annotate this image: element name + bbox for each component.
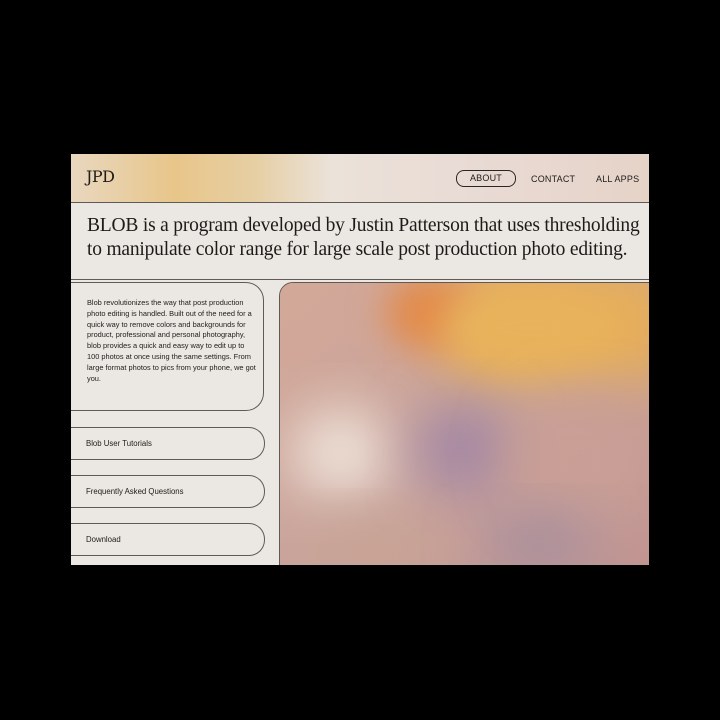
headline: BLOB is a program developed by Justin Pa… bbox=[87, 215, 640, 260]
link-download[interactable]: Download bbox=[71, 523, 265, 556]
nav-contact[interactable]: CONTACT bbox=[531, 174, 575, 184]
description-text: Blob revolutionizes the way that post pr… bbox=[87, 298, 256, 383]
link-user-tutorials[interactable]: Blob User Tutorials bbox=[71, 427, 265, 460]
divider bbox=[71, 279, 649, 280]
header-bar: JPD ABOUT CONTACT ALL APPS bbox=[71, 154, 649, 203]
blob-gradient-image bbox=[279, 282, 649, 565]
nav-all-apps[interactable]: ALL APPS bbox=[596, 174, 639, 184]
link-label: Frequently Asked Questions bbox=[86, 487, 184, 496]
site-frame: JPD ABOUT CONTACT ALL APPS BLOB is a pro… bbox=[71, 154, 649, 565]
logo[interactable]: JPD bbox=[86, 167, 115, 186]
gradient-blobs bbox=[280, 283, 649, 565]
link-faq[interactable]: Frequently Asked Questions bbox=[71, 475, 265, 508]
link-label: Blob User Tutorials bbox=[86, 439, 152, 448]
link-label: Download bbox=[86, 535, 121, 544]
nav-about[interactable]: ABOUT bbox=[456, 170, 516, 187]
